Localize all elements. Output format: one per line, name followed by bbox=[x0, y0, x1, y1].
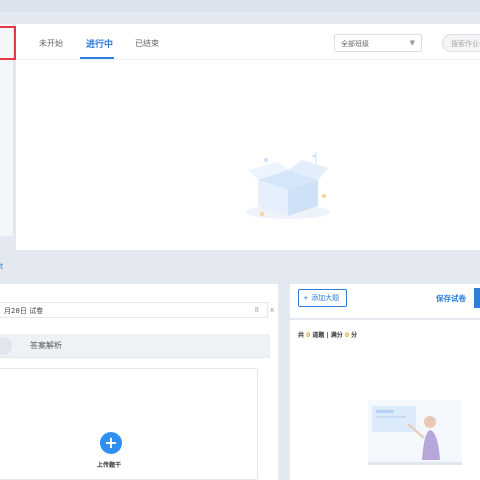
tabs-divider bbox=[16, 59, 480, 60]
stats-suffix: 分 bbox=[349, 332, 358, 339]
teacher-board-illustration bbox=[368, 400, 462, 465]
save-paper-button[interactable]: 保存试卷 bbox=[436, 293, 466, 304]
edge-button[interactable] bbox=[474, 288, 480, 308]
tab-answer-analysis[interactable]: 答案解析 bbox=[30, 340, 62, 351]
tab-in-progress[interactable]: 进行中 bbox=[86, 37, 113, 50]
grade-select[interactable]: 全部班级 ▼ bbox=[334, 34, 422, 52]
add-section-button[interactable]: + 添加大题 bbox=[298, 289, 347, 307]
chevron-down-icon: ▼ bbox=[409, 39, 415, 47]
close-icon[interactable]: x bbox=[270, 306, 274, 314]
tab-not-started[interactable]: 未开始 bbox=[39, 38, 63, 49]
empty-box-illustration bbox=[246, 152, 330, 219]
upload-area[interactable] bbox=[0, 368, 258, 480]
tab-finished[interactable]: 已结束 bbox=[135, 38, 159, 49]
search-input[interactable]: 搜索作业名称 bbox=[442, 34, 480, 52]
section-label: t bbox=[0, 262, 4, 271]
char-count: 8 bbox=[254, 306, 259, 314]
stats-prefix: 共 bbox=[298, 332, 307, 339]
highlight-box bbox=[0, 26, 16, 60]
grade-select-value: 全部班级 bbox=[341, 40, 369, 48]
paper-stats: 共 0 道题 | 满分 0 分 bbox=[298, 330, 357, 339]
top-strip bbox=[0, 0, 480, 12]
stats-mid: 道题 | 满分 bbox=[310, 332, 345, 339]
section-band bbox=[0, 258, 480, 280]
paper-title-input[interactable]: 月28日 试卷 8 bbox=[0, 302, 268, 318]
editor-divider bbox=[290, 318, 480, 320]
plus-icon[interactable]: + bbox=[100, 432, 122, 454]
paper-title-value: 月28日 试卷 bbox=[4, 307, 44, 315]
upload-question-label: 上传题干 bbox=[97, 462, 122, 469]
